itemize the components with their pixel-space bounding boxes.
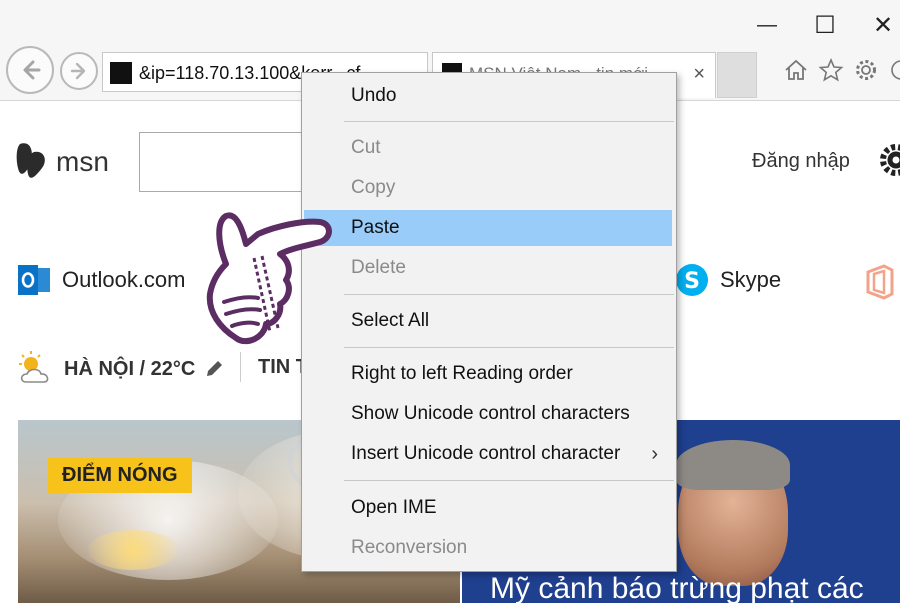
menu-item-label: Cut (351, 137, 381, 158)
tab-close-icon[interactable]: × (693, 63, 705, 86)
gear-icon (856, 60, 876, 80)
menu-item-label: Insert Unicode control character (351, 443, 621, 464)
menu-separator (344, 121, 674, 122)
svg-text:S: S (684, 269, 700, 294)
favorites-button[interactable] (817, 56, 845, 84)
outlook-icon (18, 265, 50, 295)
maximize-icon: ☐ (814, 11, 836, 39)
outlook-shortcut[interactable]: Outlook.com (16, 262, 186, 298)
menu-item-insert-unicode[interactable]: Insert Unicode control character › (304, 436, 672, 472)
menu-item-rtl-reading-order[interactable]: Right to left Reading order (304, 356, 672, 392)
menu-item-label: Copy (351, 177, 396, 198)
menu-item-undo[interactable]: Undo (304, 78, 672, 114)
back-button[interactable] (6, 46, 54, 94)
skype-icon: S (676, 264, 708, 296)
smiley-button[interactable] (884, 56, 900, 84)
menu-item-open-ime[interactable]: Open IME (304, 490, 672, 526)
portrait-hair (676, 440, 790, 490)
back-icon (23, 60, 41, 80)
menu-item-label: Reconversion (351, 537, 468, 558)
home-button[interactable] (782, 56, 810, 84)
office-icon (866, 264, 894, 300)
msn-logo-text: msn (56, 146, 109, 177)
msn-search-input[interactable] (139, 132, 314, 192)
submenu-arrow-icon: › (651, 443, 658, 465)
signin-link[interactable]: Đăng nhập (752, 150, 850, 173)
menu-item-paste[interactable]: Paste (304, 210, 672, 246)
menu-item-reconversion[interactable]: Reconversion (304, 530, 672, 566)
outlook-label: Outlook.com (62, 267, 186, 292)
menu-separator (344, 480, 674, 481)
menu-item-label: Right to left Reading order (351, 363, 573, 384)
msn-favicon-icon (110, 62, 132, 84)
menu-item-show-unicode[interactable]: Show Unicode control characters (304, 396, 672, 432)
forward-icon (70, 62, 86, 80)
menu-item-label: Undo (351, 85, 397, 106)
fire-decoration (88, 530, 178, 570)
settings-button[interactable] (852, 56, 880, 84)
menu-separator (344, 347, 674, 348)
msn-logo[interactable]: msn (14, 138, 109, 186)
menu-item-copy[interactable]: Copy (304, 170, 672, 206)
maximize-button[interactable]: ☐ (808, 10, 842, 40)
forward-button[interactable] (60, 52, 98, 90)
close-window-button[interactable]: ✕ (866, 10, 900, 40)
pointing-hand-icon (196, 204, 336, 359)
new-tab-button[interactable] (717, 52, 757, 98)
context-menu: Undo Cut Copy Paste Delete Select All Ri… (301, 72, 677, 572)
office-shortcut[interactable] (864, 264, 896, 305)
menu-item-select-all[interactable]: Select All (304, 303, 672, 339)
partly-sunny-icon (19, 351, 49, 383)
minimize-button[interactable]: — (750, 10, 784, 40)
pencil-icon[interactable] (203, 358, 225, 380)
smiley-icon (891, 60, 900, 80)
weather-widget[interactable]: HÀ NỘI / 22°C (16, 350, 225, 388)
butterfly-icon (16, 143, 45, 178)
page-gear-icon (880, 144, 900, 176)
menu-item-label: Open IME (351, 497, 437, 518)
menu-item-label: Delete (351, 257, 406, 278)
skype-shortcut[interactable]: S Skype (674, 262, 781, 298)
weather-text: HÀ NỘI / 22°C (64, 357, 196, 380)
menu-separator (344, 294, 674, 295)
menu-item-cut[interactable]: Cut (304, 130, 672, 166)
menu-item-label: Paste (351, 217, 400, 238)
minimize-icon: — (757, 13, 777, 36)
menu-item-delete[interactable]: Delete (304, 250, 672, 286)
hot-news-badge: ĐIỂM NÓNG (48, 458, 192, 493)
menu-item-label: Select All (351, 310, 430, 331)
close-icon: ✕ (872, 11, 894, 39)
skype-label: Skype (720, 267, 782, 292)
page-settings-button[interactable] (874, 138, 900, 187)
star-icon (818, 57, 844, 82)
menu-item-label: Show Unicode control characters (351, 403, 630, 424)
hero-headline[interactable]: Mỹ cảnh báo trừng phạt các (490, 572, 864, 606)
home-icon (785, 59, 807, 80)
